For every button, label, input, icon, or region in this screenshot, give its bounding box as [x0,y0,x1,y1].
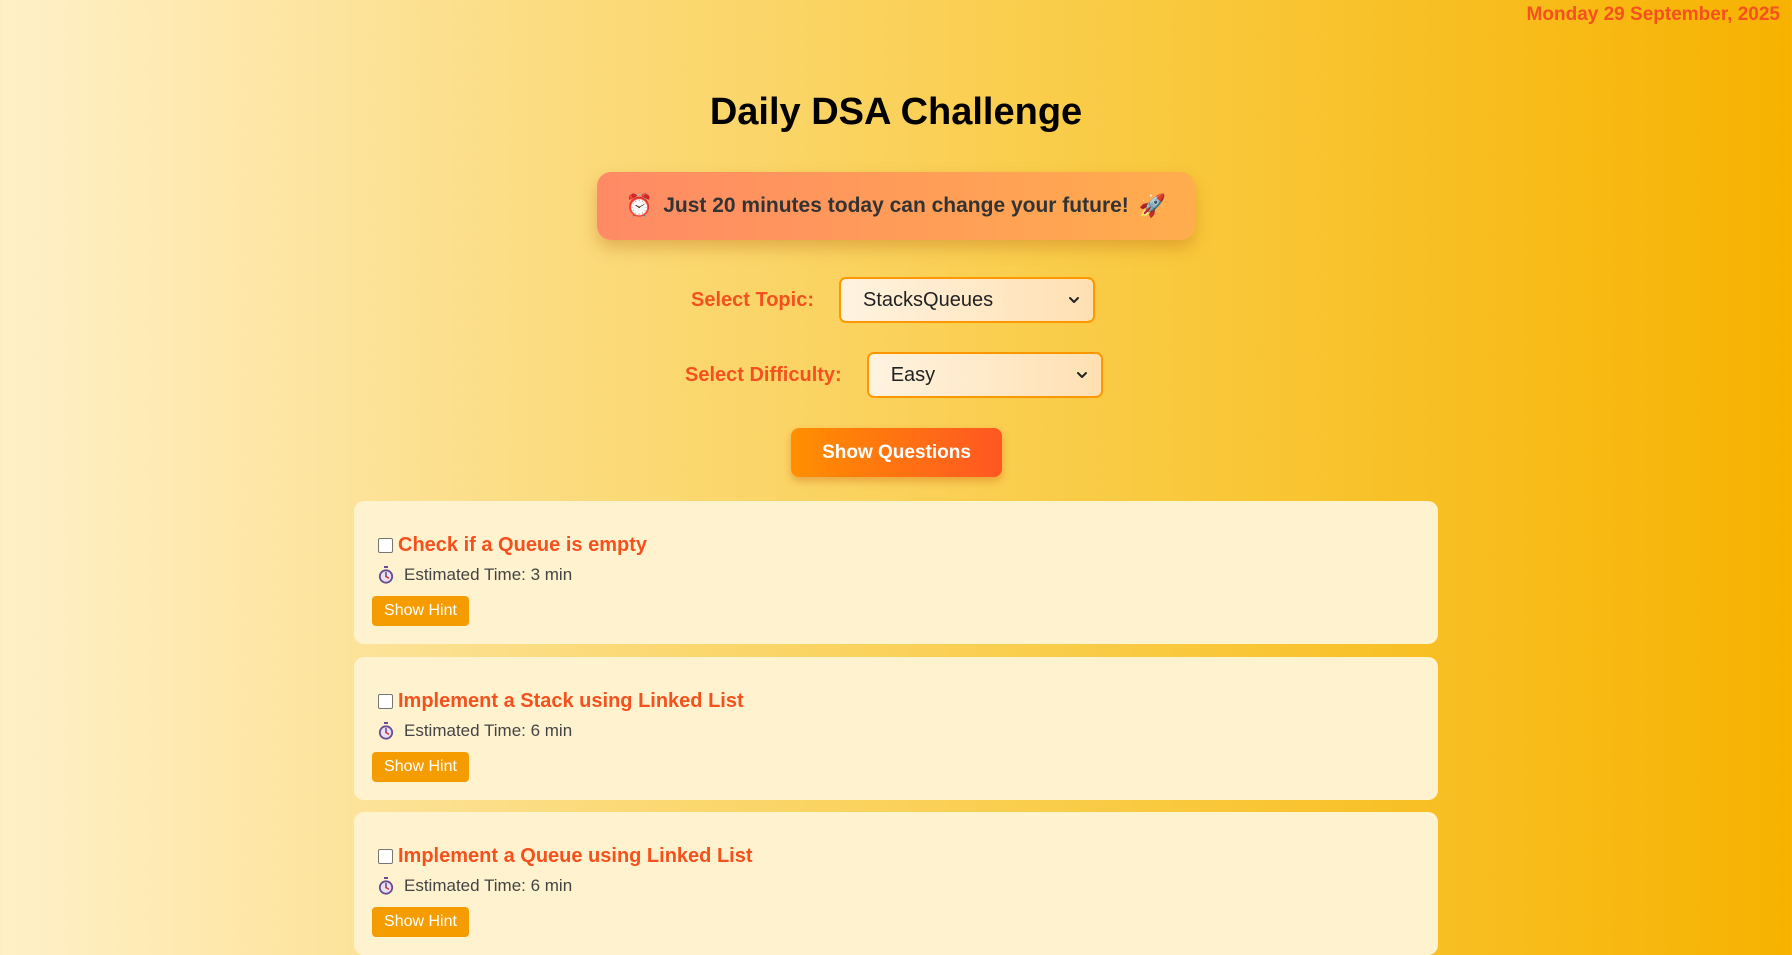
topic-label: Select Topic: [691,288,814,311]
chevron-down-icon [1076,372,1087,378]
estimated-time-row: Estimated Time: 6 min [378,876,572,896]
motivation-text: Just 20 minutes today can change your fu… [663,194,1129,217]
difficulty-select[interactable]: Easy [866,352,1103,398]
difficulty-label: Select Difficulty: [685,363,842,386]
topic-select[interactable]: StacksQueues [839,277,1095,323]
current-date: Monday 29 September, 2025 [1526,4,1780,25]
stopwatch-icon [378,566,394,584]
show-hint-button[interactable]: Show Hint [372,596,469,626]
question-title: Check if a Queue is empty [398,534,647,556]
motivation-banner: ⏰ Just 20 minutes today can change your … [597,172,1195,240]
estimated-time: Estimated Time: 6 min [404,876,573,895]
stopwatch-icon [378,722,394,740]
question-checkbox[interactable] [378,694,393,709]
estimated-time: Estimated Time: 6 min [404,721,573,740]
question-title-row: Implement a Queue using Linked List [378,845,753,868]
topic-row: Select Topic: StacksQueues [691,277,1095,323]
question-title: Implement a Stack using Linked List [398,690,744,712]
difficulty-row: Select Difficulty: Easy [685,352,1103,398]
difficulty-select-value: Easy [890,363,936,386]
stopwatch-icon [378,877,394,895]
show-hint-button[interactable]: Show Hint [372,907,469,937]
topic-select-value: StacksQueues [863,288,994,311]
rocket-icon: 🚀 [1138,193,1167,218]
question-title: Implement a Queue using Linked List [398,845,753,867]
alarm-clock-icon: ⏰ [625,193,654,218]
question-title-row: Check if a Queue is empty [378,534,647,557]
show-questions-button[interactable]: Show Questions [791,428,1002,477]
estimated-time-row: Estimated Time: 3 min [378,565,572,585]
question-checkbox[interactable] [378,849,393,864]
question-title-row: Implement a Stack using Linked List [378,690,744,713]
chevron-down-icon [1069,297,1079,303]
show-hint-button[interactable]: Show Hint [372,752,469,782]
question-checkbox[interactable] [378,538,393,553]
estimated-time: Estimated Time: 3 min [404,565,573,584]
estimated-time-row: Estimated Time: 6 min [378,721,572,741]
question-card: Implement a Queue using Linked List Esti… [354,812,1438,955]
page-title: Daily DSA Challenge [709,91,1083,133]
question-card: Check if a Queue is empty Estimated Time… [354,501,1438,644]
question-card: Implement a Stack using Linked List Esti… [354,657,1438,800]
